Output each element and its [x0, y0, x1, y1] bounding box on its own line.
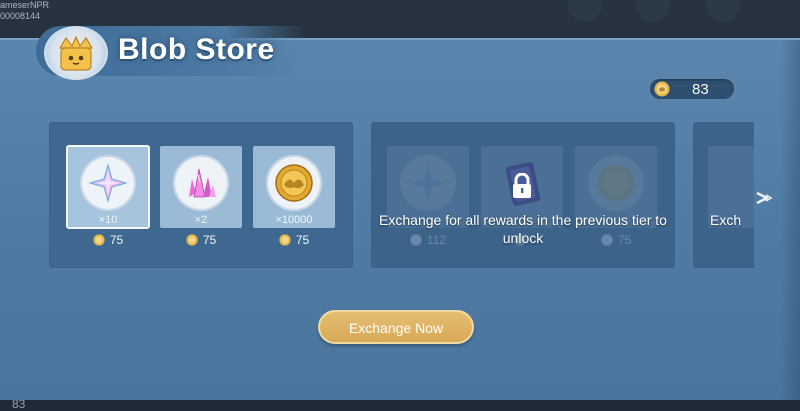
crown-box-icon	[44, 26, 108, 80]
page-title: Blob Store	[118, 33, 275, 66]
tier-1-card: ×10 75 ×2 75 ×10000 75	[49, 122, 353, 268]
pink-crystal-icon	[189, 168, 216, 198]
tier-2-card: 112 75 Exchange for all rewards in the p…	[371, 122, 675, 268]
next-tier-arrow-icon[interactable]	[752, 186, 776, 210]
star-crystal-icon	[88, 163, 128, 203]
tier-3-card: Exch	[693, 122, 754, 268]
tier-lock-overlay	[694, 123, 754, 267]
item-quantity: ×2	[194, 214, 208, 226]
reward-item-star-crystal[interactable]: ×10	[66, 145, 150, 229]
background-player-name: ameserNPR	[0, 0, 50, 10]
blob-coin-icon	[186, 234, 198, 246]
blob-coin-icon	[279, 234, 291, 246]
exchange-now-button[interactable]: Exchange Now	[318, 310, 474, 344]
reward-item-gold-coin[interactable]: ×10000	[253, 146, 335, 228]
tier-lock-message: Exch	[710, 212, 742, 228]
item-price: 75	[253, 233, 335, 247]
background-player-info: ameserNPR 00008144	[0, 0, 60, 24]
currency-amount: 83	[692, 81, 709, 98]
item-price: 75	[160, 233, 242, 247]
lock-icon	[513, 173, 531, 198]
currency-display: 83	[650, 79, 734, 99]
blob-coin-icon	[93, 234, 105, 246]
background-player-id: 00008144	[0, 11, 41, 21]
tier-lock-message: Exchange for all rewards in the previous…	[379, 212, 667, 246]
item-quantity: ×10000	[275, 214, 313, 226]
gold-coin-icon	[275, 164, 313, 202]
blob-coin-icon	[654, 81, 670, 97]
item-quantity: ×10	[98, 214, 118, 226]
reward-item-pink-crystal[interactable]: ×2	[160, 146, 242, 228]
item-price: 75	[67, 233, 149, 247]
